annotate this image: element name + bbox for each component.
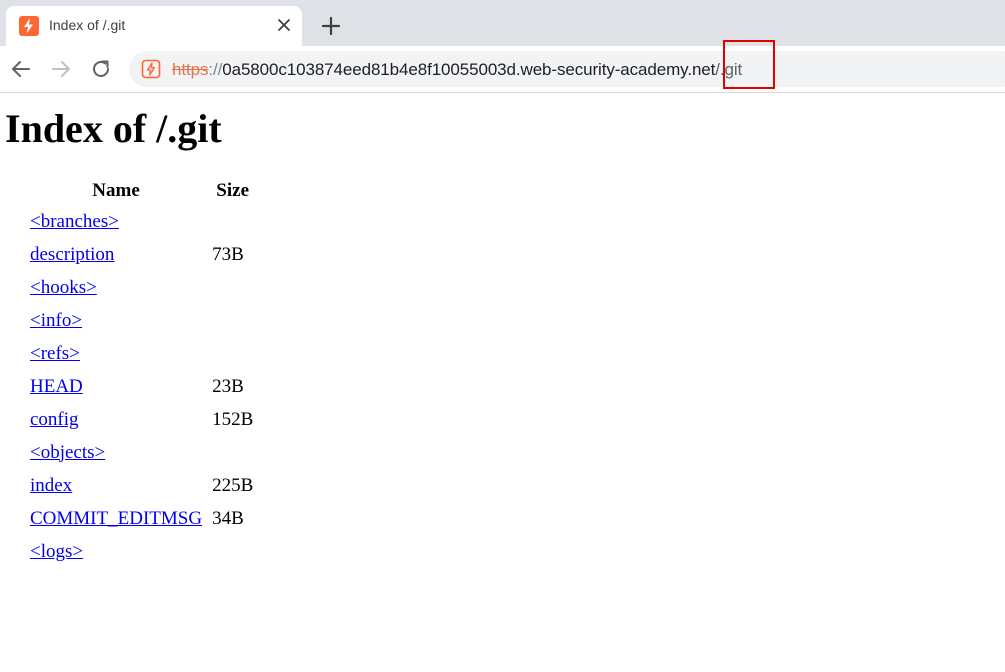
- address-bar[interactable]: https://0a5800c103874eed81b4e8f10055003d…: [129, 51, 1005, 87]
- url-separator: ://: [208, 60, 223, 79]
- table-row: index 225B: [25, 469, 258, 502]
- plus-icon[interactable]: [320, 15, 342, 37]
- back-arrow-icon[interactable]: [9, 57, 33, 81]
- forward-arrow-icon[interactable]: [49, 57, 73, 81]
- file-size: 225B: [212, 474, 254, 496]
- file-link[interactable]: <branches>: [30, 211, 119, 232]
- table-row: <logs>: [25, 535, 258, 568]
- browser-toolbar: https://0a5800c103874eed81b4e8f10055003d…: [0, 46, 1005, 93]
- table-row: <hooks>: [25, 271, 258, 304]
- file-link[interactable]: index: [30, 475, 72, 496]
- file-size: 34B: [212, 507, 244, 529]
- table-row: <info>: [25, 304, 258, 337]
- file-size: 73B: [212, 243, 244, 265]
- file-size: 152B: [212, 408, 254, 430]
- file-link[interactable]: <hooks>: [30, 277, 97, 298]
- highlight-annotation-box: [723, 40, 775, 89]
- column-header-name: Name: [92, 180, 140, 201]
- table-row: COMMIT_EDITMSG 34B: [25, 502, 258, 535]
- file-size: [207, 337, 258, 370]
- address-url: https://0a5800c103874eed81b4e8f10055003d…: [172, 60, 742, 80]
- file-size: 23B: [212, 375, 244, 397]
- portswigger-lightning-icon: [19, 16, 39, 36]
- file-size: [207, 205, 258, 238]
- directory-listing-table: Name Size <branches> description 73B <ho…: [25, 177, 258, 568]
- page-title: Index of /.git: [5, 106, 222, 151]
- table-row: config 152B: [25, 403, 258, 436]
- tab-title: Index of /.git: [49, 17, 126, 33]
- site-lightning-icon[interactable]: [141, 59, 161, 79]
- file-link[interactable]: <refs>: [30, 343, 80, 364]
- file-link[interactable]: <objects>: [30, 442, 105, 463]
- file-link[interactable]: description: [30, 244, 114, 265]
- browser-tab[interactable]: Index of /.git: [6, 6, 302, 46]
- file-size: [207, 271, 258, 304]
- close-icon[interactable]: [276, 17, 292, 33]
- table-header-row: Name Size: [25, 177, 258, 205]
- file-size: [207, 304, 258, 337]
- file-link[interactable]: HEAD: [30, 376, 83, 397]
- file-link[interactable]: config: [30, 409, 79, 430]
- file-size: [207, 436, 258, 469]
- url-host: 0a5800c103874eed81b4e8f10055003d.web-sec…: [222, 60, 716, 79]
- reload-icon[interactable]: [89, 57, 113, 81]
- table-row: <objects>: [25, 436, 258, 469]
- file-link[interactable]: <info>: [30, 310, 82, 331]
- file-link[interactable]: COMMIT_EDITMSG: [30, 508, 202, 529]
- file-size: [207, 535, 258, 568]
- table-row: description 73B: [25, 238, 258, 271]
- url-scheme: https: [172, 60, 209, 79]
- table-row: HEAD 23B: [25, 370, 258, 403]
- table-row: <refs>: [25, 337, 258, 370]
- table-row: <branches>: [25, 205, 258, 238]
- file-link[interactable]: <logs>: [30, 541, 83, 562]
- tab-strip: Index of /.git: [0, 0, 1005, 46]
- column-header-size: Size: [216, 180, 250, 201]
